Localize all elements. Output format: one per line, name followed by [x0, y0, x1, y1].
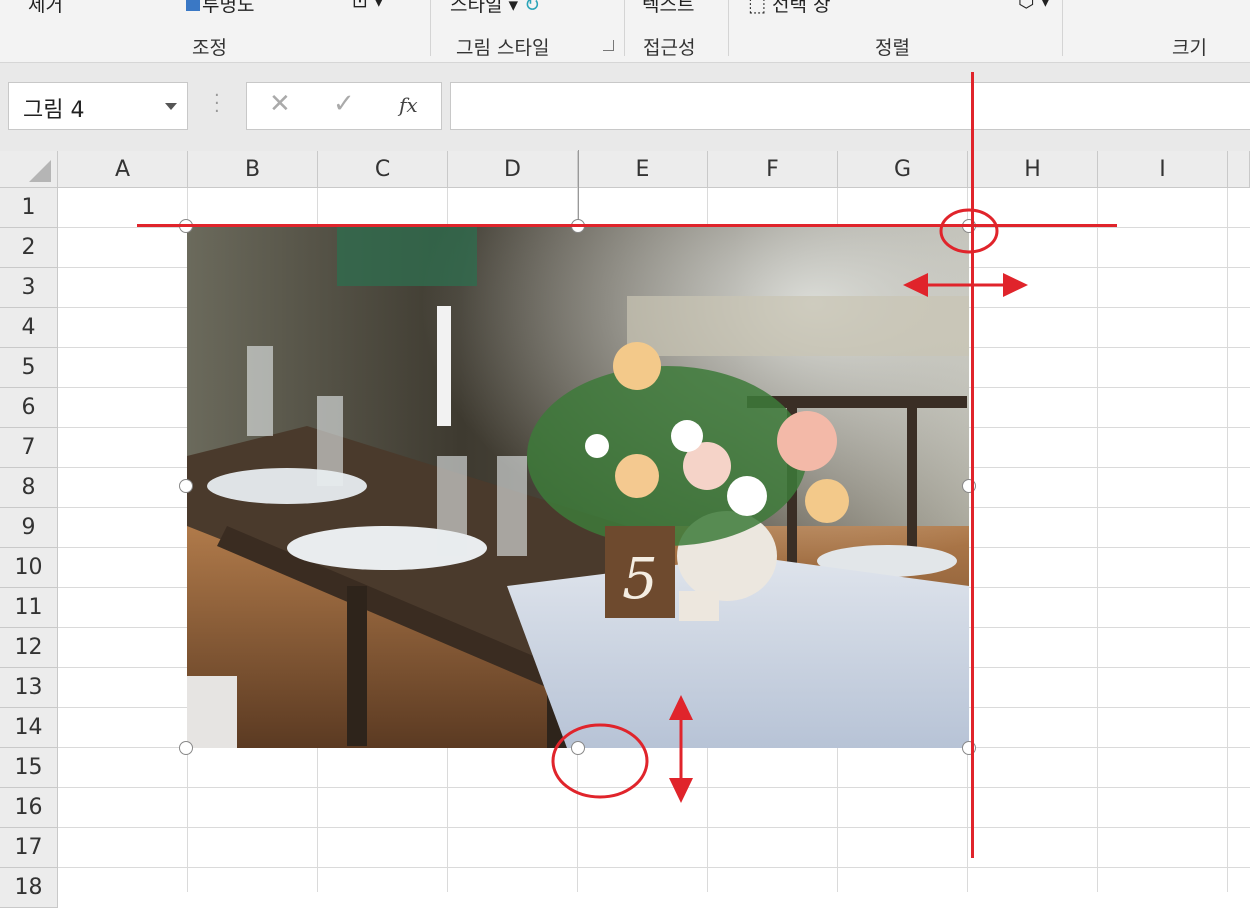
horizontal-double-arrow-icon: [903, 273, 1028, 297]
vertical-double-arrow-icon: [669, 695, 693, 803]
annotation-circle-bottom-middle: [551, 723, 649, 799]
annotation-circle-top-right: [939, 208, 999, 254]
annotation-overlay: [551, 208, 1028, 803]
